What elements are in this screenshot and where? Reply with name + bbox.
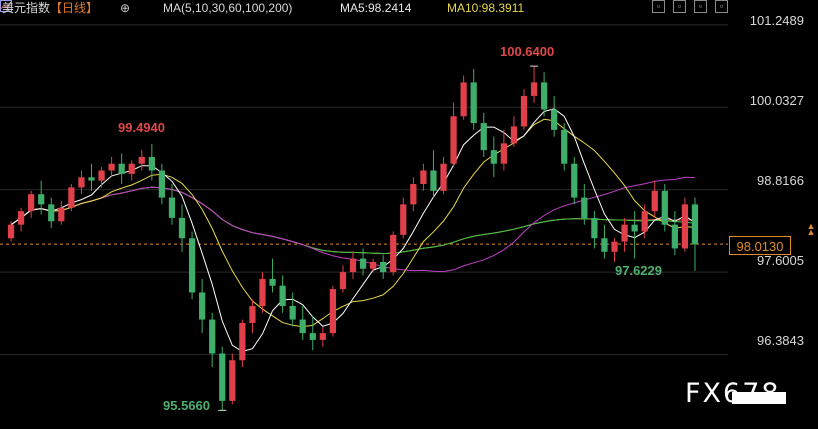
watermark-logo: FX678 — [685, 378, 781, 409]
low-annotation: 97.6229 — [615, 263, 662, 278]
high-annotation: 100.6400 — [500, 44, 555, 59]
candle-body — [520, 95, 528, 127]
candle-body — [641, 211, 648, 232]
candle-body — [651, 190, 658, 212]
candle-body — [601, 238, 608, 252]
window-icon-3[interactable]: ▫ — [694, 0, 707, 13]
candle-body — [681, 204, 689, 249]
extreme-markers — [218, 65, 539, 411]
candle-body — [319, 333, 326, 340]
candle-body — [128, 163, 135, 174]
candle-body — [188, 238, 196, 293]
candle-body — [400, 204, 407, 235]
candle-body — [209, 319, 216, 354]
period-selector[interactable]: 【日线】 — [50, 0, 98, 16]
candle-body — [591, 217, 598, 239]
candle-body — [631, 224, 638, 232]
candle-body — [369, 261, 377, 269]
candle-body — [68, 187, 75, 208]
settings-icon[interactable]: ⊕ — [120, 0, 130, 16]
candle-body — [359, 258, 367, 269]
candle-body — [269, 278, 276, 286]
candle-body — [551, 109, 558, 130]
candle-body — [500, 143, 507, 164]
ma10-value: MA10:98.3911 — [447, 1, 525, 15]
candle-body — [339, 272, 347, 290]
candlestick-chart[interactable] — [0, 0, 818, 429]
symbol-title[interactable]: 美元指数 — [2, 0, 50, 16]
current-price-label: 98.0130 — [729, 236, 791, 255]
candle-body — [48, 204, 55, 222]
candle-body — [470, 82, 477, 124]
candle-body — [540, 82, 548, 110]
candle-body — [78, 177, 85, 188]
candle-body — [158, 170, 166, 198]
candle-body — [661, 190, 668, 225]
candles — [7, 66, 699, 411]
candle-body — [289, 306, 296, 320]
candle-body — [138, 156, 145, 164]
candle-body — [380, 261, 387, 273]
candle-body — [108, 163, 115, 171]
candle-body — [349, 258, 357, 273]
candle-body — [199, 292, 206, 320]
candle-body — [88, 177, 95, 181]
candle-body — [410, 184, 417, 205]
window-icon-1[interactable]: ▫ — [652, 0, 665, 13]
candle-body — [510, 126, 518, 144]
chart-toolbar: 美元指数 【日线】 ⊕ MA(5,10,30,60,100,200) MA5:9… — [0, 0, 818, 16]
window-icon-4[interactable]: ▫ — [715, 0, 728, 13]
candle-body — [148, 156, 155, 171]
candle-body — [178, 217, 186, 239]
candle-body — [390, 234, 397, 273]
candle-body — [239, 322, 246, 361]
candle-body — [38, 194, 45, 205]
y-tick-label: 100.0327 — [749, 93, 804, 108]
candle-body — [28, 194, 35, 212]
candle-body — [450, 116, 457, 164]
window-icon-2[interactable]: ▫ — [673, 0, 686, 13]
candle-body — [259, 278, 266, 307]
candle-body — [219, 353, 226, 401]
candle-body — [671, 224, 678, 249]
candle-body — [691, 204, 699, 245]
candle-body — [309, 333, 316, 340]
candle-body — [229, 360, 236, 401]
candle-body — [168, 197, 176, 218]
candle-body — [58, 207, 65, 222]
candle-body — [530, 82, 538, 96]
candle-body — [611, 241, 618, 252]
y-tick-label: 101.2489 — [749, 13, 804, 28]
candle-body — [329, 289, 337, 334]
high-annotation: 99.4940 — [118, 120, 165, 135]
candle-body — [460, 82, 467, 117]
candle-body — [98, 170, 105, 181]
candle-body — [420, 170, 427, 185]
candle-body — [581, 197, 588, 218]
candle-body — [430, 170, 437, 191]
candle-body — [490, 150, 497, 164]
candle-body — [118, 163, 125, 174]
candle-body — [7, 224, 15, 239]
y-tick-label: 98.8166 — [757, 173, 804, 188]
ma-params[interactable]: MA(5,10,30,60,100,200) — [163, 0, 292, 16]
candle-body — [249, 306, 256, 323]
candle-body — [571, 163, 578, 198]
low-annotation: 95.5660 — [163, 398, 210, 413]
candle-body — [440, 163, 447, 191]
window-tools: ▫ ▫ ▫ ▫ — [652, 0, 728, 13]
candle-body — [480, 123, 487, 151]
candle-body — [561, 129, 568, 164]
scroll-up-icon[interactable]: ▲ ▲ — [805, 222, 817, 237]
candle-body — [621, 224, 628, 242]
candle-body — [299, 319, 306, 334]
y-tick-label: 96.3843 — [757, 333, 804, 348]
candle-body — [17, 211, 25, 225]
candle-body — [279, 285, 286, 307]
chart-window: 美元指数 【日线】 ⊕ MA(5,10,30,60,100,200) MA5:9… — [0, 0, 818, 429]
ma5-value: MA5:98.2414 — [340, 1, 412, 15]
